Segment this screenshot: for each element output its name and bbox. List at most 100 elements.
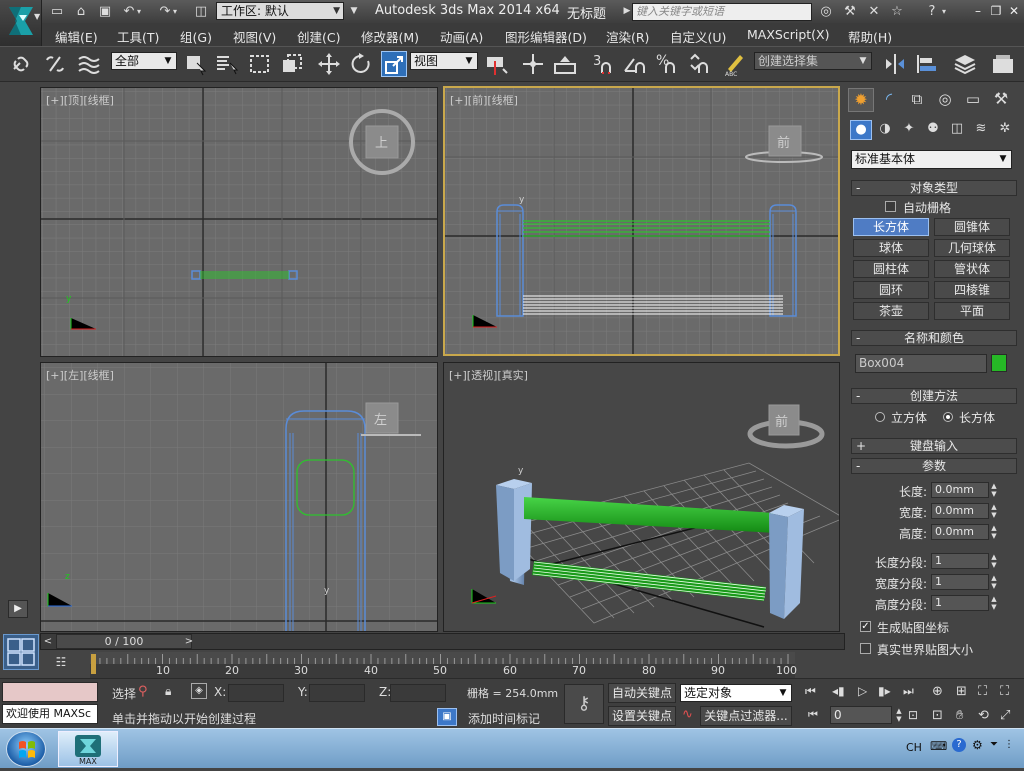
frame-display[interactable]: 0 / 100 — [56, 634, 192, 649]
taskbar-3dsmax-button[interactable]: MAX — [58, 731, 118, 767]
select-and-move-icon[interactable] — [316, 51, 342, 77]
new-file-icon[interactable]: ▭ — [48, 3, 66, 20]
shapes-icon[interactable]: ◑ — [874, 120, 896, 140]
set-key-icon[interactable]: ⚷ — [564, 684, 604, 724]
pyramid-button[interactable]: 四棱锥 — [934, 281, 1010, 299]
menu-maxscript[interactable]: MAXScript(X) — [747, 27, 829, 42]
favorites-star-icon[interactable]: ☆ — [888, 3, 906, 20]
zoom-extents-all-icon[interactable]: ⛶ — [1000, 684, 1009, 699]
z-coordinate-input[interactable] — [390, 684, 446, 702]
gen-mapping-checkbox[interactable]: ✓ — [860, 621, 871, 632]
settings-tray-icon[interactable]: ⚙ — [972, 738, 983, 752]
zoom-extents-icon[interactable]: ⛶ — [978, 684, 987, 699]
workspace-dropdown[interactable]: 工作区: 默认 ▼ — [216, 2, 344, 20]
viewport-front-label[interactable]: [+][前][线框] — [450, 92, 518, 108]
subscription-icon[interactable]: ⚒ — [841, 3, 859, 20]
viewport-front[interactable]: y 前 [+][前][线框] — [443, 86, 840, 356]
menu-animation[interactable]: 动画(A) — [440, 27, 483, 46]
name-color-rollout-header[interactable]: - 名称和颜色 — [851, 330, 1017, 346]
menu-rendering[interactable]: 渲染(R) — [606, 27, 649, 46]
height-spinner-icon[interactable]: ▲ ▼ — [989, 524, 999, 540]
next-key-icon[interactable]: ▮▸ — [878, 684, 891, 698]
pan-view-icon[interactable]: ✋︎ — [956, 708, 963, 723]
y-coordinate-input[interactable] — [309, 684, 365, 702]
isolate-selection-icon[interactable]: ⚲ — [138, 684, 148, 699]
cube-radio[interactable] — [875, 412, 885, 422]
geometry-icon[interactable]: ● — [850, 120, 872, 140]
input-language[interactable]: CH — [906, 741, 922, 754]
help-search-input[interactable]: 键入关键字或短语 — [632, 3, 812, 21]
width-segs-spinner-icon[interactable]: ▲ ▼ — [989, 574, 999, 590]
lights-icon[interactable]: ✦ — [898, 120, 920, 140]
mirror-icon[interactable] — [882, 51, 908, 77]
go-to-end-icon[interactable]: ⏭ — [903, 684, 914, 699]
key-mode-toggle-icon[interactable]: ⏮ — [808, 708, 818, 722]
zoom-all-icon[interactable]: ⊞ — [956, 684, 967, 699]
orbit-icon[interactable]: ⟲ — [978, 708, 989, 723]
menu-customize[interactable]: 自定义(U) — [670, 27, 726, 46]
teapot-button[interactable]: 茶壶 — [853, 302, 929, 320]
real-world-checkbox[interactable] — [860, 643, 871, 654]
menu-help[interactable]: 帮助(H) — [848, 27, 892, 46]
geometry-category-dropdown[interactable]: 标准基本体 ▼ — [851, 150, 1012, 169]
communication-center-icon[interactable]: ✕ — [865, 3, 883, 20]
graphite-modeling-tools-icon[interactable] — [990, 51, 1016, 77]
object-color-swatch[interactable] — [991, 354, 1007, 372]
maximize-viewport-icon[interactable]: ⤢ — [1000, 708, 1010, 723]
height-segs-spinner-icon[interactable]: ▲ ▼ — [989, 595, 999, 611]
key-filters-icon[interactable]: ∿ — [682, 707, 693, 722]
project-folder-icon[interactable]: ◫ — [192, 3, 210, 20]
menu-group[interactable]: 组(G) — [180, 27, 212, 46]
selection-lock-icon[interactable]: 🔒︎ — [165, 684, 171, 699]
helpers-icon[interactable]: ◫ — [946, 120, 968, 140]
named-selection-dropdown[interactable]: 创建选择集 ▼ — [754, 52, 872, 70]
snaps-toggle-icon[interactable]: 3 — [590, 51, 616, 77]
systems-icon[interactable]: ✲ — [994, 120, 1016, 140]
display-tab-icon[interactable]: ▭ — [960, 88, 986, 112]
edit-named-selection-icon[interactable]: ABC — [722, 51, 748, 78]
box-button[interactable]: 长方体 — [853, 218, 929, 236]
menu-views[interactable]: 视图(V) — [233, 27, 276, 46]
help-dropdown-icon[interactable]: ▾ — [939, 3, 949, 20]
menu-modifiers[interactable]: 修改器(M) — [361, 27, 419, 46]
select-and-rotate-icon[interactable] — [348, 51, 374, 77]
undo-dropdown-icon[interactable]: ▾ — [134, 3, 144, 20]
absolute-mode-icon[interactable]: ◈ — [191, 683, 207, 699]
maxscript-listener-mini[interactable] — [2, 682, 98, 702]
rectangular-selection-icon[interactable] — [247, 51, 273, 77]
pivot-center-icon[interactable] — [483, 51, 509, 77]
time-configuration-icon[interactable]: ⊡ — [908, 708, 918, 722]
viewport-left[interactable]: z y 左 [+][左][线框] — [40, 362, 438, 632]
expand-sidebar-icon[interactable]: ▶ — [8, 600, 28, 618]
set-key-button[interactable]: 设置关键点 — [608, 706, 676, 726]
width-spinner-icon[interactable]: ▲ ▼ — [989, 503, 999, 519]
application-menu-button[interactable]: ▼ — [0, 0, 42, 46]
selection-filter-dropdown[interactable]: 全部 ▼ — [111, 52, 177, 70]
select-object-icon[interactable] — [183, 51, 209, 77]
field-of-view-icon[interactable]: ⊡ — [932, 708, 943, 723]
space-warps-icon[interactable]: ≋ — [970, 120, 992, 140]
time-slider[interactable]: < 0 / 100 > — [40, 633, 845, 650]
viewport-top[interactable]: y 上 [+][顶][线框] — [40, 87, 438, 357]
add-time-tag[interactable]: 添加时间标记 — [468, 710, 540, 727]
menu-tools[interactable]: 工具(T) — [117, 27, 159, 46]
height-segs-input[interactable]: 1 — [931, 595, 989, 611]
curve-editor-icon[interactable]: ☷ — [50, 655, 72, 675]
reference-coordinate-dropdown[interactable]: 视图 ▼ — [410, 52, 478, 70]
tube-button[interactable]: 管状体 — [934, 260, 1010, 278]
menu-create[interactable]: 创建(C) — [297, 27, 340, 46]
bind-to-space-warp-icon[interactable] — [76, 51, 102, 77]
auto-key-button[interactable]: 自动关键点 — [608, 683, 676, 703]
torus-button[interactable]: 圆环 — [853, 281, 929, 299]
track-bar[interactable]: 10 20 30 40 50 60 70 80 90 100 — [90, 652, 797, 678]
viewcube-left-label[interactable]: 左 — [374, 409, 387, 428]
prev-frame-icon[interactable]: < — [41, 634, 55, 649]
current-frame-input[interactable]: 0 — [830, 706, 892, 724]
geosphere-button[interactable]: 几何球体 — [934, 239, 1010, 257]
save-icon[interactable]: ▣ — [96, 3, 114, 20]
select-by-name-icon[interactable] — [214, 51, 240, 77]
viewport-perspective-label[interactable]: [+][透视][真实] — [449, 367, 528, 383]
viewport-left-label[interactable]: [+][左][线框] — [46, 367, 114, 383]
show-desktop-icon[interactable]: ⋮ — [1004, 739, 1014, 750]
close-icon[interactable]: ✕ — [1006, 3, 1022, 19]
